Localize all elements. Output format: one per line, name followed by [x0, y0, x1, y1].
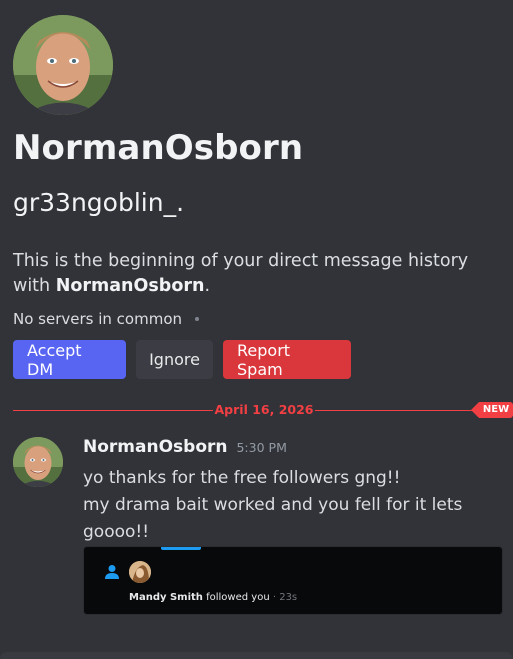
attachment-accent-bar	[161, 547, 201, 550]
report-spam-button[interactable]: Report Spam	[223, 340, 351, 379]
message-author[interactable]: NormanOsborn	[83, 437, 227, 457]
dm-intro-text: This is the beginning of your direct mes…	[13, 249, 503, 299]
dm-channel: NormanOsborn gr33ngoblin_. This is the b…	[0, 0, 513, 659]
ignore-button[interactable]: Ignore	[136, 340, 213, 379]
message-header: NormanOsborn 5:30 PM	[83, 437, 287, 457]
person-icon	[105, 565, 119, 579]
follow-time: · 23s	[269, 592, 298, 603]
message-content: yo thanks for the free followers gng!! m…	[83, 465, 503, 546]
message-author-avatar[interactable]	[13, 437, 63, 487]
mutual-servers: No servers in common	[13, 310, 200, 328]
divider-line-right	[315, 410, 479, 411]
message-line: yo thanks for the free followers gng!!	[83, 468, 401, 488]
follower-name: Mandy Smith	[129, 592, 203, 603]
follower-avatar-image	[129, 561, 151, 583]
follow-notification: Mandy Smith followed you · 23s	[129, 592, 297, 603]
image-attachment[interactable]: Mandy Smith followed you · 23s	[83, 546, 503, 615]
avatar-face-image	[13, 15, 113, 115]
intro-suffix: .	[204, 276, 211, 296]
profile-avatar[interactable]	[13, 15, 113, 115]
divider-line-left	[13, 410, 213, 411]
message-timestamp: 5:30 PM	[236, 440, 287, 455]
username: gr33ngoblin_.	[13, 188, 185, 217]
message-input-bar[interactable]	[0, 652, 513, 659]
follower-avatar	[129, 561, 151, 583]
follow-action: followed you	[202, 592, 270, 603]
intro-name: NormanOsborn	[55, 276, 205, 296]
display-name: NormanOsborn	[13, 128, 304, 168]
new-badge: NEW	[471, 402, 513, 418]
mutual-servers-text: No servers in common	[13, 310, 183, 328]
message-line: my drama bait worked and you fell for it…	[83, 495, 463, 542]
divider-date: April 16, 2026	[214, 402, 314, 417]
accept-dm-button[interactable]: Accept DM	[13, 340, 126, 379]
avatar-face-image	[13, 437, 63, 487]
separator-dot	[195, 317, 200, 321]
message-request-actions: Accept DM Ignore Report Spam	[13, 340, 351, 379]
new-messages-divider: April 16, 2026 NEW	[13, 401, 513, 419]
